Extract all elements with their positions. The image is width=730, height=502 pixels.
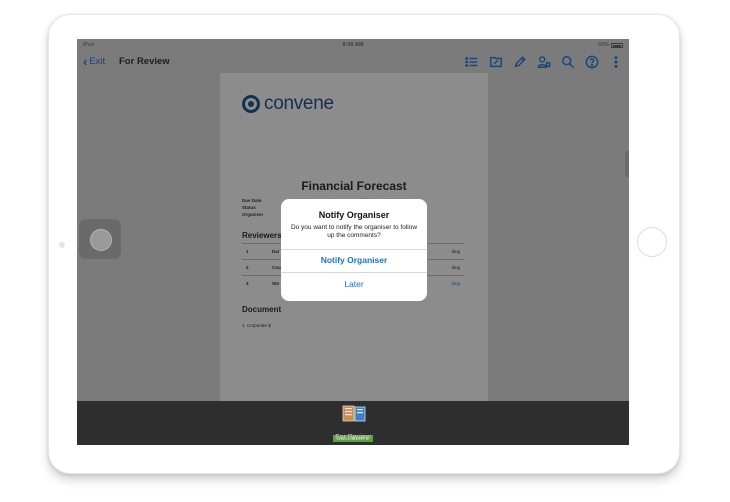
camera-dot <box>59 242 65 248</box>
search-icon[interactable] <box>559 53 577 71</box>
documents-heading: Document <box>242 305 282 314</box>
clock: 9:30 AM <box>342 42 364 48</box>
document-title: Financial Forecast <box>301 179 407 193</box>
annotate-icon[interactable] <box>487 53 505 71</box>
pencil-icon[interactable] <box>511 53 529 71</box>
nav-bar: ‹ Exit For Review <box>77 51 629 73</box>
exit-label: Exit <box>89 56 106 67</box>
battery-status: 93% <box>598 42 623 48</box>
exit-button[interactable]: ‹ Exit <box>83 55 105 68</box>
later-button[interactable]: Later <box>281 279 427 289</box>
battery-percent: 93% <box>597 42 609 48</box>
bottom-bar: DOCUMENTS For Review <box>77 401 629 445</box>
status-bar: iPad 9:30 AM 93% <box>77 39 629 51</box>
chevron-left-icon: ‹ <box>83 54 88 69</box>
app-screen: iPad 9:30 AM 93% ‹ Exit For Review conve… <box>77 39 629 445</box>
logo-mark-icon <box>242 95 260 113</box>
reviewer-number: 1 <box>246 249 249 254</box>
ipad-frame: iPad 9:30 AM 93% ‹ Exit For Review conve… <box>48 14 680 474</box>
reviewer-number: 2 <box>246 265 249 270</box>
notify-organiser-button[interactable]: Notify Organiser <box>281 255 427 265</box>
reviewers-heading: Reviewers <box>242 231 282 240</box>
reviewer-status: ding <box>451 265 460 270</box>
alert-message: Do you want to notify the organiser to f… <box>290 224 418 239</box>
convene-logo: convene <box>242 93 334 115</box>
battery-icon <box>611 42 623 48</box>
alert-title: Notify Organiser <box>318 210 390 220</box>
reviewer-number: 3 <box>246 281 249 286</box>
reviewer-name: Ste <box>272 281 280 286</box>
toolbar <box>463 53 625 71</box>
home-button[interactable] <box>637 227 667 257</box>
reviewer-name: Cou <box>272 265 281 270</box>
reviewer-name: Dar <box>272 249 280 254</box>
assistive-touch-button[interactable] <box>79 219 121 259</box>
documents-icon[interactable] <box>341 405 367 424</box>
logo-text: convene <box>264 93 334 114</box>
list-icon[interactable] <box>463 53 481 71</box>
alert-divider <box>281 249 427 250</box>
bottom-bar-label: For Review <box>335 434 371 441</box>
reviewer-status[interactable]: ding <box>451 281 460 286</box>
reviewer-status: ding <box>451 249 460 254</box>
side-panel-tab[interactable] <box>625 151 629 177</box>
page-title: For Review <box>119 56 170 67</box>
document-list-item[interactable]: 1. Corporate $ <box>242 323 271 328</box>
help-icon[interactable] <box>583 53 601 71</box>
user-sharing-icon[interactable] <box>535 53 553 71</box>
more-icon[interactable] <box>607 53 625 71</box>
alert-divider <box>281 272 427 273</box>
notify-organiser-alert: Notify Organiser Do you want to notify t… <box>281 199 427 301</box>
